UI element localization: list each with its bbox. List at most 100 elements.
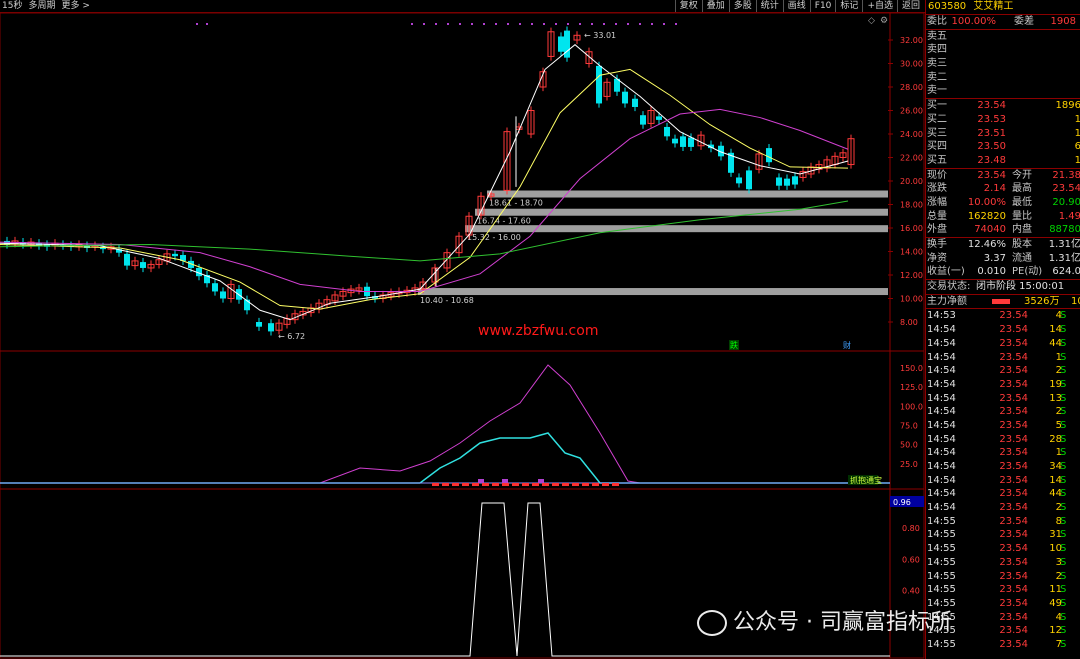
tick-row[interactable]: 14:54 23.54 14 S	[926, 323, 1080, 337]
buy-level-price: 23.53	[977, 113, 1006, 125]
low-label: ← 6.72	[278, 332, 305, 341]
tick-volume: 1	[1055, 447, 1062, 459]
tick-volume: 11	[1049, 584, 1062, 596]
toolbar-button[interactable]: 画线	[782, 0, 810, 12]
stat-row: 现价 23.54 今开 21.38	[926, 169, 1080, 183]
toolbar-button[interactable]: +自选	[862, 0, 897, 12]
trade-state-label: 交易状态:	[927, 281, 971, 293]
toolbar-button[interactable]: 多股	[728, 0, 756, 12]
toolbar-item[interactable]: 多周期	[28, 1, 55, 11]
ma5-line	[0, 44, 849, 321]
stat-value: 12.46%	[967, 239, 1006, 250]
price-axis-label: 16.00	[900, 224, 923, 233]
buy-level-row: 买四 23.50 6	[926, 140, 1080, 154]
stat-value-2: 88780	[1049, 224, 1080, 236]
signal-bar	[582, 483, 589, 486]
buy-level-row: 买三 23.51 1	[926, 127, 1080, 141]
toolbar-button[interactable]: F10	[809, 0, 836, 12]
tick-row[interactable]: 14:54 23.54 2 S	[926, 364, 1080, 378]
signal-bar	[502, 483, 509, 486]
toolbar-item[interactable]: 15秒	[2, 1, 22, 11]
signal-dot	[495, 23, 497, 25]
stat-value: 162820	[967, 210, 1006, 222]
tick-time: 14:54	[927, 419, 956, 431]
gap-label: 15.32 - 16.00	[467, 233, 521, 242]
stat-value-2: 21.38	[1052, 169, 1080, 181]
sub-value-label: 0.96	[893, 498, 911, 507]
toolbar-button[interactable]: 返回	[896, 0, 924, 12]
signal-dot	[651, 23, 653, 25]
tick-row[interactable]: 14:54 23.54 5 S	[926, 419, 1080, 433]
stat-value-2: 624.0	[1052, 266, 1080, 278]
tick-row[interactable]: 14:55 23.54 10 S	[926, 542, 1080, 556]
price-axis-label: 22.00	[900, 154, 923, 163]
tick-list[interactable]: 14:53 23.54 4 S 14:54 23.54 14 S 14:54 23.54 44 S 14…	[926, 308, 1080, 651]
tick-row[interactable]: 14:53 23.54 4 S	[926, 309, 1080, 323]
tick-row[interactable]: 14:54 23.54 28 S	[926, 433, 1080, 447]
tick-row[interactable]: 14:54 23.54 19 S	[926, 378, 1080, 392]
toolbar-right: 复权 叠加 多股 统计 画线 F10 标记 +自选 返回	[674, 0, 924, 12]
tick-row[interactable]: 14:54 23.54 1 S	[926, 351, 1080, 365]
tick-price: 23.54	[999, 584, 1028, 596]
tick-row[interactable]: 14:55 23.54 2 S	[926, 570, 1080, 584]
tick-time: 14:55	[927, 515, 956, 527]
signal-dot	[435, 23, 437, 25]
tick-row[interactable]: 14:54 23.54 13 S	[926, 392, 1080, 406]
toolbar-button[interactable]: 叠加	[701, 0, 729, 12]
tick-row[interactable]: 14:54 23.54 1 S	[926, 446, 1080, 460]
candle-body	[172, 253, 178, 257]
candle-body	[784, 178, 790, 186]
toolbar-button[interactable]: 统计	[755, 0, 783, 12]
mid-axis-label: 25.0	[900, 460, 918, 469]
signal-bar	[502, 479, 508, 483]
toolbar-button[interactable]: 标记	[835, 0, 862, 12]
signal-bar	[462, 483, 469, 486]
tick-row[interactable]: 14:55 23.54 11 S	[926, 583, 1080, 597]
tick-row[interactable]: 14:54 23.54 2 S	[926, 501, 1080, 515]
tick-side: S	[1060, 625, 1067, 637]
main-flow-row: 主力净额 3526万 10.9	[926, 293, 1080, 309]
kline-chart[interactable]: 32.00 30.00 28.00 26.00 24.00 22.00 20.00 18.00…	[0, 13, 925, 659]
toolbar-item[interactable]: 更多 >	[61, 1, 89, 11]
tick-price: 23.54	[999, 365, 1028, 377]
tick-row[interactable]: 14:54 23.54 14 S	[926, 474, 1080, 488]
signal-bar	[538, 479, 544, 483]
sell-level-row: 卖一	[926, 84, 1080, 98]
signal-dot	[507, 23, 509, 25]
stat-label-2: 内盘	[1012, 224, 1032, 236]
tick-side: S	[1060, 488, 1067, 500]
tick-volume: 14	[1049, 324, 1062, 336]
tick-row[interactable]: 14:54 23.54 2 S	[926, 405, 1080, 419]
toolbar-left: 15秒 多周期 更多 >	[2, 0, 96, 12]
stat-value-2: 1.49	[1058, 210, 1080, 222]
signal-bar	[612, 483, 619, 486]
buy-level-volume: 1896	[1055, 100, 1080, 112]
tick-volume: 31	[1049, 529, 1062, 541]
tick-volume: 28	[1049, 433, 1062, 445]
stat-row: 净资 3.37 流通 1.31亿	[926, 252, 1080, 266]
stats-block: 现价 23.54 今开 21.38 涨跌 2.14 最高 23.54 涨幅 10.00% 最低 20.…	[926, 167, 1080, 280]
buy-level-label: 买二	[927, 113, 947, 125]
tick-row[interactable]: 14:54 23.54 44 S	[926, 337, 1080, 351]
price-axis-label: 26.00	[900, 107, 923, 116]
tick-price: 23.54	[999, 378, 1028, 390]
indicator-tag: 抓抱通宝	[850, 475, 882, 485]
signal-dot	[483, 23, 485, 25]
signal-dot	[423, 23, 425, 25]
tick-row[interactable]: 14:55 23.54 3 S	[926, 556, 1080, 570]
signal-bar	[432, 483, 439, 486]
low-axis-label: 0.60	[902, 555, 920, 564]
signal-bar	[512, 483, 519, 486]
tick-row[interactable]: 14:55 23.54 7 S	[926, 638, 1080, 652]
tick-row[interactable]: 14:54 23.54 34 S	[926, 460, 1080, 474]
signal-dot	[591, 23, 593, 25]
tick-row[interactable]: 14:55 23.54 31 S	[926, 528, 1080, 542]
tick-row[interactable]: 14:54 23.54 44 S	[926, 487, 1080, 501]
tick-time: 14:55	[927, 570, 956, 582]
tick-row[interactable]: 14:55 23.54 8 S	[926, 515, 1080, 529]
signal-bar	[542, 483, 549, 486]
signal-bar	[492, 483, 499, 486]
tick-price: 23.54	[999, 406, 1028, 418]
tick-volume: 14	[1049, 474, 1062, 486]
toolbar-button[interactable]: 复权	[674, 0, 702, 12]
